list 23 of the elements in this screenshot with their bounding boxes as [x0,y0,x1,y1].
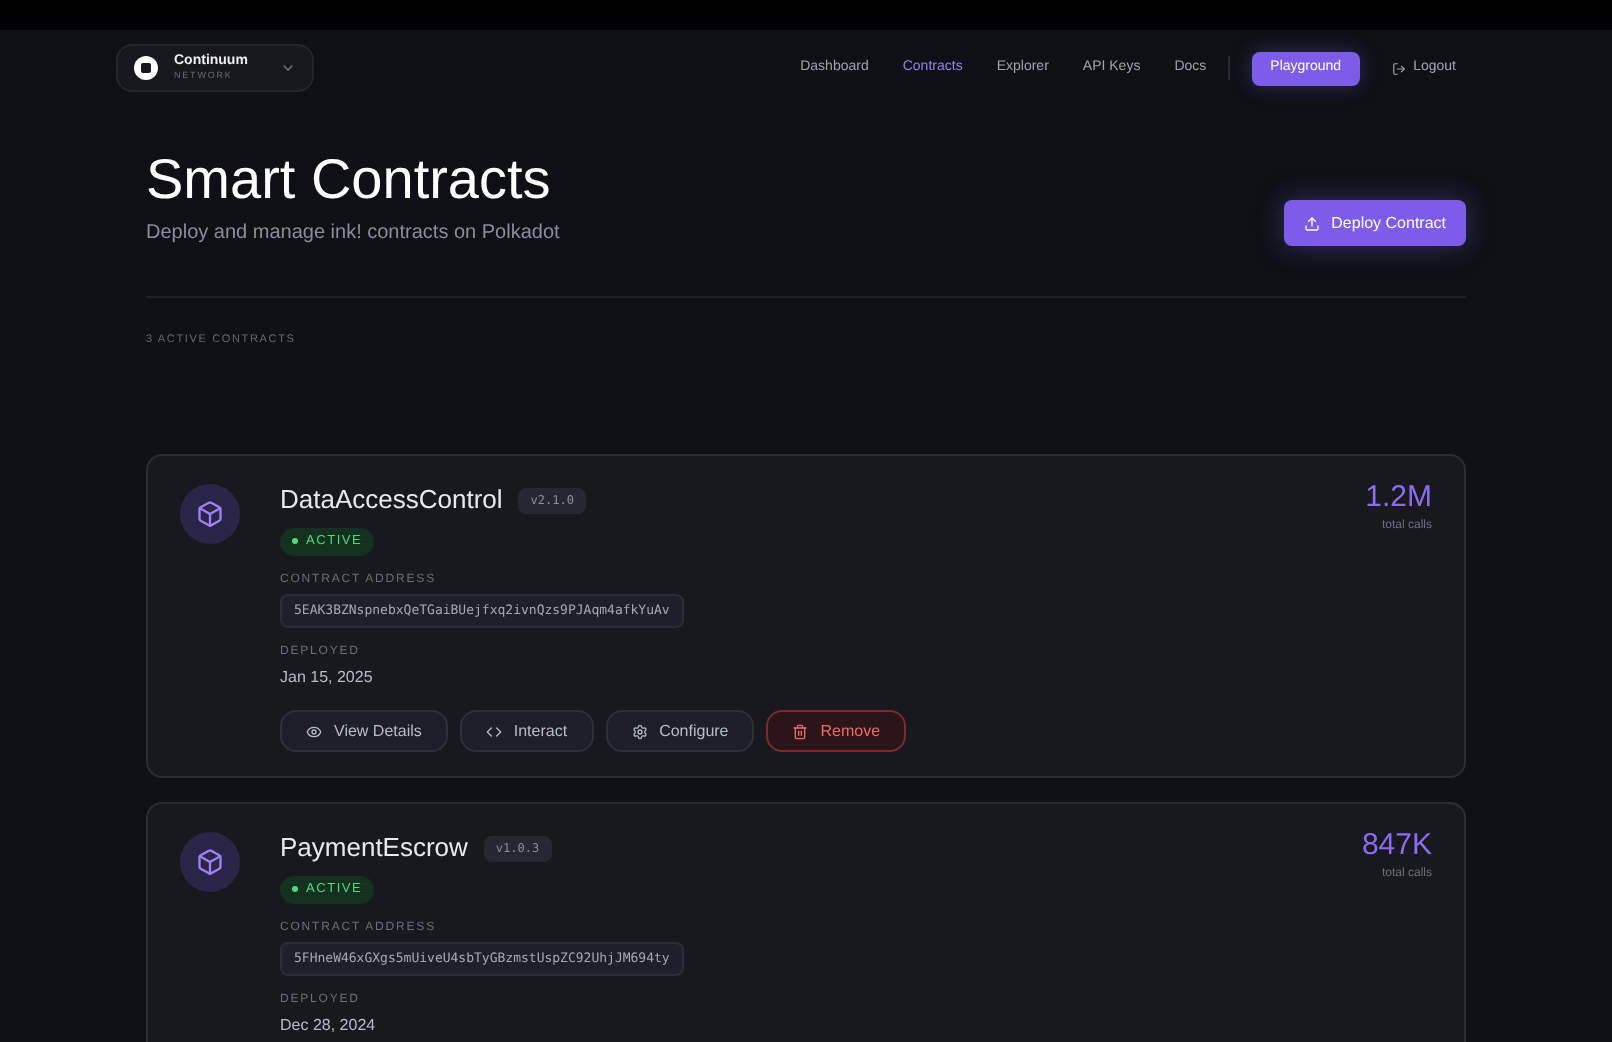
delete-icon [792,723,809,740]
action-button[interactable]: View Details [280,710,448,753]
settings-icon [631,723,648,740]
cube-icon [196,848,224,877]
code-icon [485,723,502,740]
cube-icon [196,500,224,529]
logout-icon [1391,61,1406,75]
remove-button[interactable]: Remove [766,710,907,753]
action-button[interactable]: Configure [605,710,755,753]
logo-icon [134,56,158,80]
contract-name: PaymentEscrow [280,830,468,867]
calls-count: 847K [1361,828,1432,866]
action-button[interactable]: Interact [459,710,594,753]
view-icon [306,723,322,740]
contract-name: DataAccessControl [280,482,503,519]
chevron-icon [279,60,296,76]
page-subtitle: Deploy and manage ink! contracts on Polkadot [146,220,560,248]
deployed-date: Jan 15, 2025 [280,666,375,691]
upload-icon [1303,215,1320,231]
deployed-date: Dec 28, 2024 [280,1014,378,1039]
deploy-button[interactable]: Deploy Contract [1283,200,1466,246]
page-title: Smart Contracts [146,146,553,214]
calls-count: 1.2M [1365,480,1432,518]
